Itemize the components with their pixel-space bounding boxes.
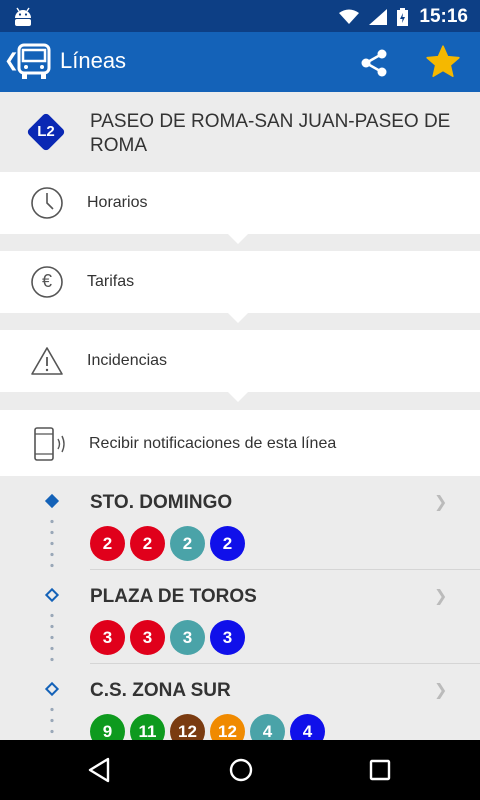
- chevron-right-icon[interactable]: ❯: [434, 492, 447, 512]
- menu-tarifas-label: Tarifas: [87, 273, 135, 290]
- stop-item[interactable]: STO. DOMINGO ❯ 2222: [0, 476, 480, 570]
- bus-line-badge[interactable]: 11: [130, 714, 165, 740]
- bus-line-badge[interactable]: 3: [210, 620, 245, 655]
- menu-horarios[interactable]: Horarios: [0, 172, 480, 244]
- line-name: PASEO DE ROMA-SAN JUAN-PASEO DE ROMA: [90, 111, 451, 156]
- stop-marker: [44, 587, 60, 603]
- bus-line-badge[interactable]: 12: [170, 714, 205, 740]
- chevron-right-icon[interactable]: ❯: [434, 680, 447, 700]
- notifications-toggle[interactable]: Recibir notificaciones de esta línea: [0, 410, 480, 476]
- phone-vibrate-icon: [34, 427, 65, 461]
- bus-line-badge[interactable]: 4: [250, 714, 285, 740]
- bus-line-badge[interactable]: 4: [290, 714, 325, 740]
- stop-name: STO. DOMINGO: [90, 492, 233, 513]
- warning-icon: [31, 347, 63, 375]
- status-time: 15:16: [419, 6, 468, 27]
- bus-line-badge[interactable]: 2: [90, 526, 125, 561]
- notifications-label: Recibir notificaciones de esta línea: [89, 435, 337, 452]
- share-icon[interactable]: [357, 46, 391, 80]
- nav-recents-icon[interactable]: [367, 756, 393, 784]
- nav-home-icon[interactable]: [227, 756, 255, 784]
- bus-lines: 2222: [90, 526, 245, 561]
- menu-incidencias[interactable]: Incidencias: [0, 330, 480, 402]
- stop-item[interactable]: PLAZA DE TOROS ❯ 3333: [0, 570, 480, 664]
- bus-lines: 9 11 12 12 4 4: [90, 714, 325, 740]
- navigation-bar: [0, 740, 480, 800]
- menu-incidencias-label: Incidencias: [87, 352, 168, 369]
- bus-line-badge[interactable]: 3: [170, 620, 205, 655]
- line-code: L2: [37, 123, 55, 140]
- star-icon[interactable]: [424, 43, 462, 81]
- clock-icon: [31, 187, 63, 219]
- line-header: L2 PASEO DE ROMA-SAN JUAN-PASEO DE ROMA: [0, 92, 480, 172]
- bus-line-badge[interactable]: 9: [90, 714, 125, 740]
- chevron-right-icon[interactable]: ❯: [434, 586, 447, 606]
- stop-marker: [44, 681, 60, 697]
- bus-line-badge[interactable]: 3: [130, 620, 165, 655]
- bus-icon[interactable]: [17, 43, 51, 81]
- android-icon: [15, 7, 31, 26]
- euro-icon: €: [30, 265, 64, 299]
- bus-line-badge[interactable]: 2: [210, 526, 245, 561]
- status-bar: 15:16: [0, 0, 480, 32]
- bus-lines: 3333: [90, 620, 245, 655]
- bus-line-badge[interactable]: 3: [90, 620, 125, 655]
- nav-back-icon[interactable]: [86, 756, 112, 784]
- line-badge: L2: [26, 112, 66, 152]
- stops-list: STO. DOMINGO ❯ 2222 PLAZA DE TOROS ❯ 333…: [0, 476, 480, 740]
- bus-line-badge[interactable]: 12: [210, 714, 245, 740]
- stop-name: PLAZA DE TOROS: [90, 586, 257, 607]
- bus-line-badge[interactable]: 2: [130, 526, 165, 561]
- menu-tarifas[interactable]: € Tarifas: [0, 251, 480, 323]
- stop-marker: [44, 493, 60, 509]
- wifi-icon: [339, 9, 359, 24]
- stop-name: C.S. ZONA SUR: [90, 680, 231, 701]
- stop-item[interactable]: C.S. ZONA SUR ❯ 9 11 12 12 4 4: [0, 664, 480, 740]
- app-bar: ❮ Líneas: [0, 32, 480, 92]
- bus-line-badge[interactable]: 2: [170, 526, 205, 561]
- signal-icon: [369, 9, 387, 25]
- menu-horarios-label: Horarios: [87, 194, 148, 211]
- battery-icon: [397, 8, 408, 26]
- page-title: Líneas: [60, 48, 127, 73]
